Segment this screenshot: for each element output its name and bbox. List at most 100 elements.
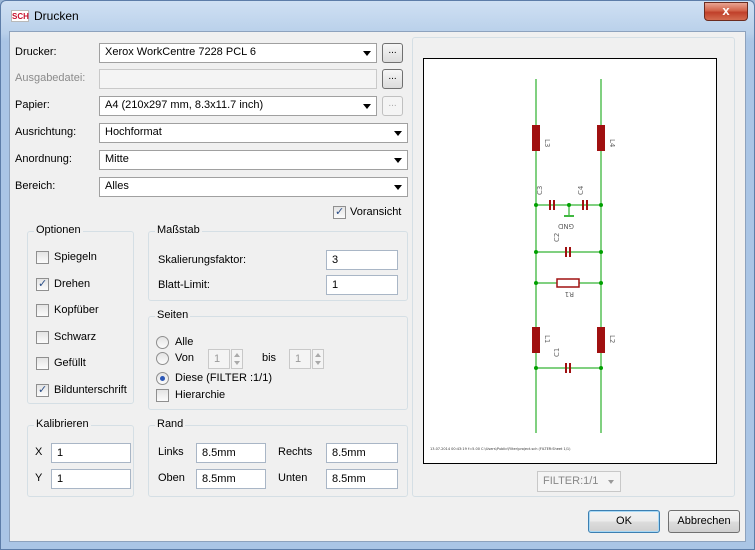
chevron-down-icon — [394, 158, 402, 163]
upside-down-label: Kopfüber — [54, 304, 99, 316]
paper-select[interactable]: A4 (210x297 mm, 8.3x11.7 inch) — [99, 96, 377, 116]
part-label: L4 — [608, 139, 616, 148]
close-button[interactable]: x — [704, 2, 748, 21]
margin-right-label: Rechts — [278, 446, 313, 458]
black-label: Schwarz — [54, 331, 97, 343]
preview-checkbox[interactable]: ✓ — [333, 206, 346, 219]
preview-checkbox-label: Voransicht — [350, 206, 402, 218]
part-label: C1 — [553, 348, 561, 357]
mirror-label: Spiegeln — [54, 251, 97, 263]
spin-down-icon — [315, 361, 321, 365]
chevron-down-icon — [394, 131, 402, 136]
pages-this-label: Diese (FILTER :1/1) — [175, 372, 272, 384]
sheet-select[interactable]: FILTER:1/1 — [537, 471, 621, 492]
rotate-checkbox[interactable]: ✓ — [36, 278, 49, 291]
range-select-value: Alles — [105, 180, 129, 192]
filled-label: Gefüllt — [54, 357, 86, 369]
chevron-down-icon — [394, 185, 402, 190]
checkmark-icon: ✓ — [335, 206, 345, 218]
sheet-limit-label: Blatt-Limit: — [158, 279, 210, 291]
margin-right-input[interactable]: 8.5mm — [326, 443, 398, 463]
paper-settings-button[interactable]: ... — [382, 96, 403, 116]
part-label: L3 — [543, 139, 551, 147]
calibrate-x-label: X — [35, 446, 43, 458]
pages-all-radio[interactable] — [156, 336, 169, 349]
options-group: Optionen Spiegeln ✓ Drehen Kopfüber Schw… — [27, 224, 134, 404]
part-label: R1 — [565, 290, 574, 298]
pages-from-label: Von — [175, 352, 194, 364]
pages-all-label: Alle — [175, 336, 194, 348]
scale-factor-input[interactable]: 3 — [326, 250, 398, 270]
scale-group: Maßstab Skalierungsfaktor: 3 Blatt-Limit… — [148, 224, 408, 301]
margin-left-label: Links — [158, 446, 184, 458]
pages-to-input[interactable]: 1 — [289, 349, 311, 369]
inductor-l3 — [532, 125, 540, 151]
pages-from-spinner[interactable] — [231, 349, 243, 369]
calibrate-x-input[interactable]: 1 — [51, 443, 131, 463]
cancel-button[interactable]: Abbrechen — [668, 510, 740, 533]
orientation-select-value: Hochformat — [105, 126, 162, 138]
black-checkbox[interactable] — [36, 331, 49, 344]
spin-up-icon — [234, 353, 240, 357]
orientation-label: Ausrichtung: — [15, 126, 77, 138]
output-file-input[interactable] — [99, 69, 377, 89]
margin-top-input[interactable]: 8.5mm — [196, 469, 266, 489]
sheet-limit-input[interactable]: 1 — [326, 275, 398, 295]
filled-checkbox[interactable] — [36, 357, 49, 370]
printer-browse-button[interactable]: ... — [382, 43, 403, 63]
part-label: C4 — [577, 185, 585, 195]
arrangement-select-value: Mitte — [105, 153, 129, 165]
hierarchy-label: Hierarchie — [175, 389, 226, 401]
part-label: GND — [558, 222, 574, 230]
margin-top-label: Oben — [158, 472, 185, 484]
print-dialog-window: SCH Drucken x Drucker: Xerox WorkCentre … — [0, 0, 755, 550]
calibrate-y-input[interactable]: 1 — [51, 469, 131, 489]
hierarchy-checkbox[interactable] — [156, 389, 169, 402]
range-select[interactable]: Alles — [99, 177, 408, 197]
part-label: L2 — [608, 335, 616, 343]
dialog-client-area: Drucker: Xerox WorkCentre 7228 PCL 6 ...… — [9, 31, 746, 542]
output-file-browse-button[interactable]: ... — [382, 69, 403, 89]
schematic-preview: L3 L4 C3 C4 GND C2 R1 L1 L2 C1 13.07.201… — [430, 79, 616, 451]
print-preview-panel: L3 L4 C3 C4 GND C2 R1 L1 L2 C1 13.07.201… — [412, 37, 735, 497]
pages-group-title: Seiten — [155, 309, 191, 321]
caption-checkbox[interactable]: ✓ — [36, 384, 49, 397]
inductor-l2 — [597, 327, 605, 353]
pages-to-label: bis — [262, 352, 277, 364]
pages-group: Seiten Alle Von 1 bis 1 Diese (FILTER :1… — [148, 309, 408, 410]
spin-down-icon — [234, 361, 240, 365]
ok-button[interactable]: OK — [588, 510, 660, 533]
sheet-select-value: FILTER:1/1 — [543, 475, 599, 487]
title-bar[interactable]: SCH Drucken x — [1, 1, 754, 31]
mirror-checkbox[interactable] — [36, 251, 49, 264]
scale-group-title: Maßstab — [155, 224, 202, 236]
chevron-down-icon — [363, 104, 371, 109]
chevron-down-icon — [363, 51, 371, 56]
part-label: L1 — [543, 335, 551, 343]
upside-down-checkbox[interactable] — [36, 304, 49, 317]
output-file-label: Ausgabedatei: — [15, 72, 86, 84]
pages-to-spinner[interactable] — [312, 349, 324, 369]
part-label: C3 — [536, 186, 544, 195]
arrangement-select[interactable]: Mitte — [99, 150, 408, 170]
resistor-r1 — [556, 278, 580, 288]
inductor-l4 — [597, 125, 605, 151]
checkmark-icon: ✓ — [38, 278, 48, 290]
scale-factor-label: Skalierungsfaktor: — [158, 254, 247, 266]
paper-select-value: A4 (210x297 mm, 8.3x11.7 inch) — [105, 99, 264, 111]
orientation-select[interactable]: Hochformat — [99, 123, 408, 143]
printer-select-value: Xerox WorkCentre 7228 PCL 6 — [105, 46, 257, 58]
margin-bottom-input[interactable]: 8.5mm — [326, 469, 398, 489]
margin-left-input[interactable]: 8.5mm — [196, 443, 266, 463]
pages-from-input[interactable]: 1 — [208, 349, 230, 369]
printer-select[interactable]: Xerox WorkCentre 7228 PCL 6 — [99, 43, 377, 63]
window-title: Drucken — [34, 9, 79, 23]
part-label: C2 — [553, 233, 561, 242]
range-label: Bereich: — [15, 180, 56, 192]
preview-caption: 13.07.2014 00:43:19 f=5.00 C:\Users\Publ… — [430, 447, 571, 451]
pages-from-radio[interactable] — [156, 352, 169, 365]
margin-group-title: Rand — [155, 418, 186, 430]
margin-group: Rand Links 8.5mm Rechts 8.5mm Oben 8.5mm… — [148, 418, 408, 497]
rotate-label: Drehen — [54, 278, 91, 290]
pages-this-radio[interactable] — [156, 372, 169, 385]
